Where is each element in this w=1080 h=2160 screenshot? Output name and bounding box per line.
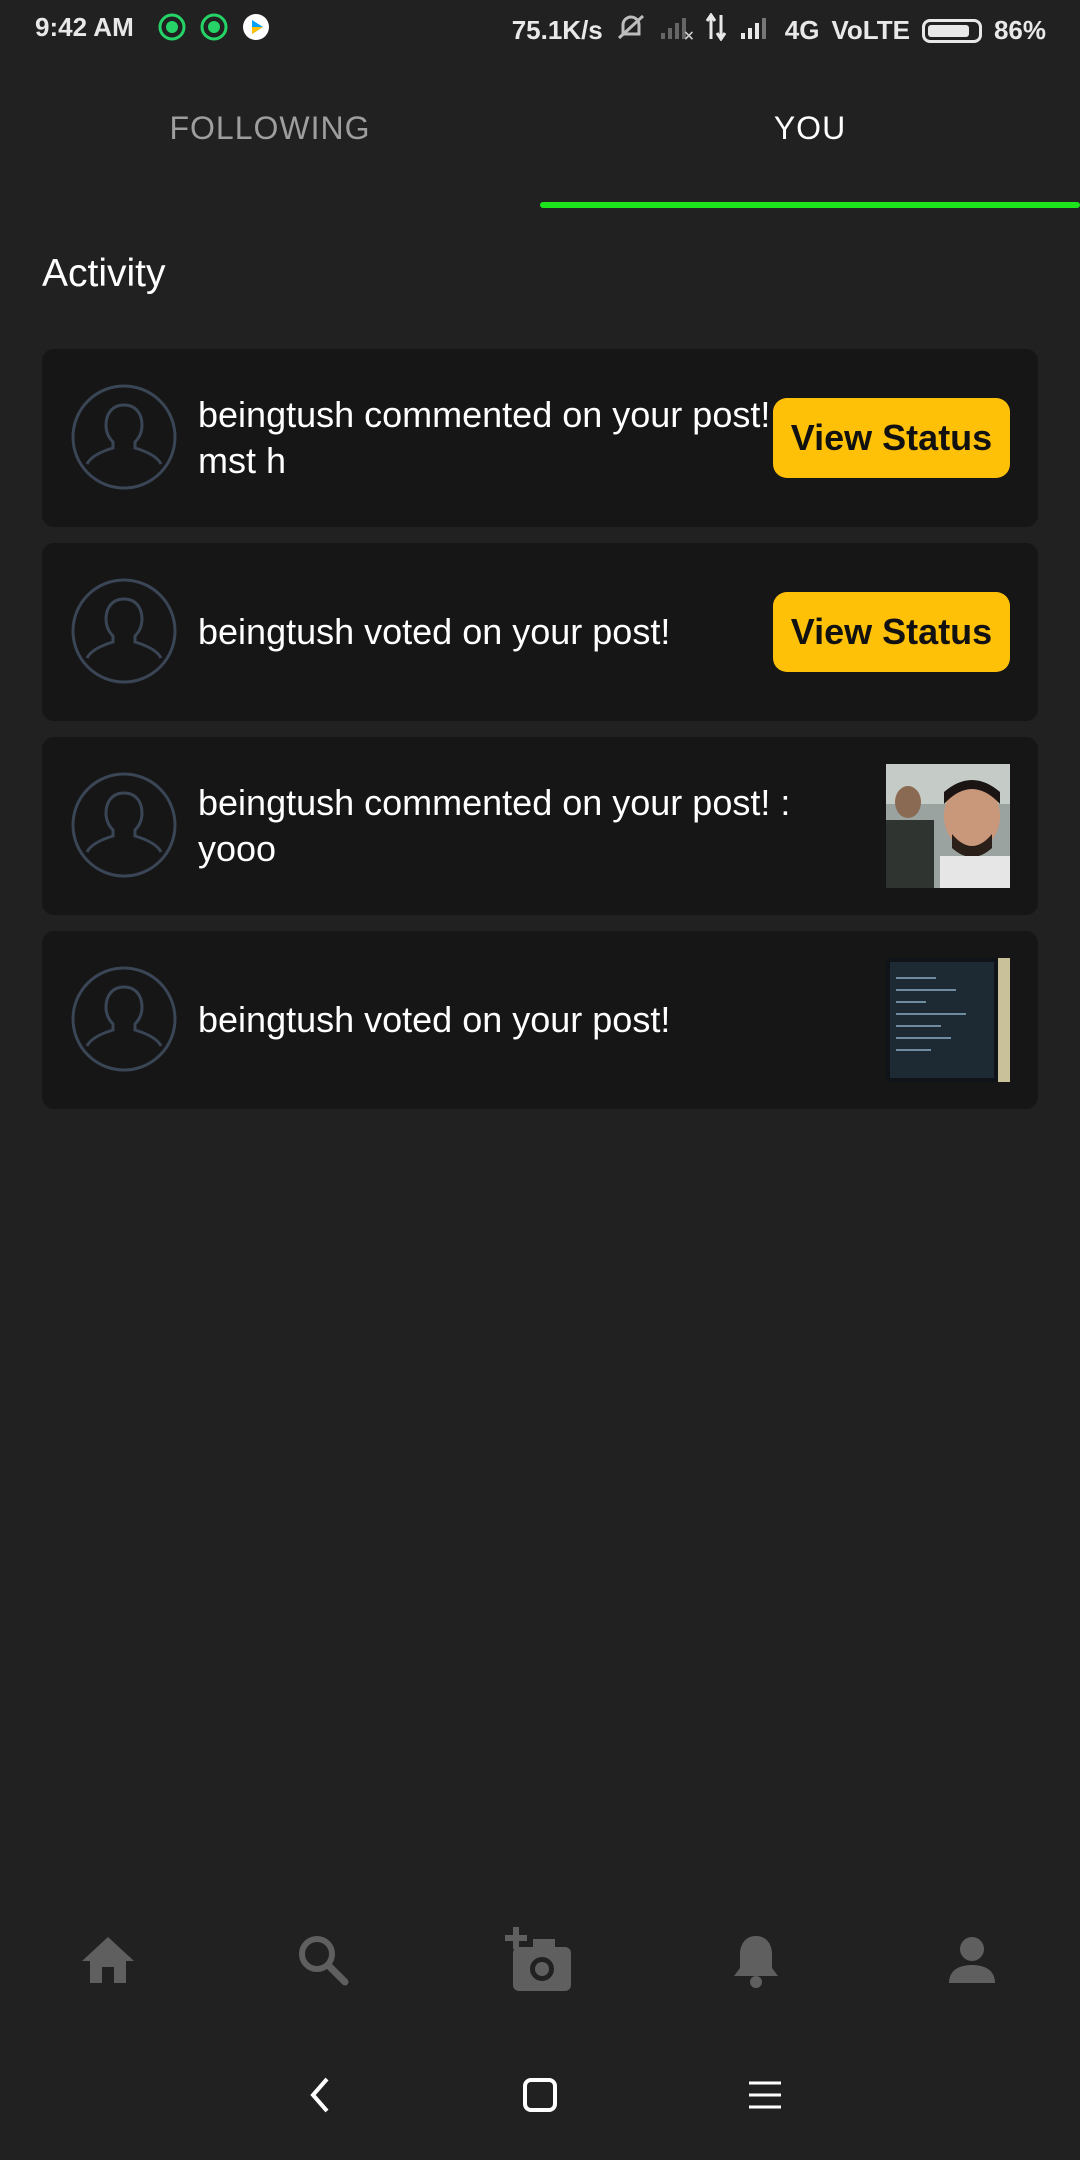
battery-percent: 86% bbox=[993, 15, 1046, 45]
whatsapp-icon bbox=[158, 13, 186, 41]
activity-item[interactable]: beingtush commented on your post! : yooo bbox=[42, 737, 1038, 915]
tab-following[interactable]: FOLLOWING bbox=[0, 110, 540, 147]
avatar-icon bbox=[70, 771, 178, 879]
activity-item[interactable]: beingtush voted on your post! bbox=[42, 931, 1038, 1109]
back-icon[interactable] bbox=[290, 2065, 350, 2125]
battery-icon bbox=[921, 18, 982, 43]
search-icon[interactable] bbox=[283, 1920, 363, 2000]
status-bar: 9:42 AM 75.1K/s × 4G VoLTE 86% bbox=[0, 0, 1080, 56]
view-status-button[interactable]: View Status bbox=[773, 398, 1010, 478]
profile-icon[interactable] bbox=[932, 1920, 1012, 2000]
notifications-icon[interactable] bbox=[716, 1920, 796, 2000]
notification-icons bbox=[158, 13, 270, 41]
play-store-icon bbox=[242, 13, 270, 41]
whatsapp-icon bbox=[200, 13, 228, 41]
tab-bar: FOLLOWING YOU bbox=[0, 80, 1080, 210]
network-type: 4G bbox=[784, 15, 820, 45]
status-time: 9:42 AM bbox=[35, 12, 134, 42]
system-navigation bbox=[0, 2060, 1080, 2130]
signal-icon bbox=[739, 13, 773, 48]
avatar-icon bbox=[70, 383, 178, 491]
activity-text: beingtush commented on your post! : yooo bbox=[198, 782, 791, 869]
activity-item[interactable]: beingtush commented on your post! : mst … bbox=[42, 349, 1038, 527]
view-status-button[interactable]: View Status bbox=[773, 592, 1010, 672]
activity-list: beingtush commented on your post! : mst … bbox=[42, 349, 1038, 1125]
activity-text: beingtush voted on your post! bbox=[198, 611, 671, 652]
avatar-icon bbox=[70, 577, 178, 685]
add-photo-icon[interactable] bbox=[500, 1920, 580, 2000]
tab-you[interactable]: YOU bbox=[540, 110, 1080, 147]
activity-text: beingtush commented on your post! : mst … bbox=[198, 394, 791, 481]
volte-label: VoLTE bbox=[831, 15, 910, 45]
post-thumbnail-selfie[interactable] bbox=[886, 764, 1010, 888]
svg-text:×: × bbox=[683, 28, 693, 41]
status-right-group: 75.1K/s × 4G VoLTE 86% bbox=[512, 12, 1046, 49]
data-arrows-icon bbox=[705, 12, 727, 48]
net-speed: 75.1K/s bbox=[511, 15, 603, 45]
section-title: Activity bbox=[42, 252, 166, 295]
home-icon[interactable] bbox=[68, 1920, 148, 2000]
activity-text: beingtush voted on your post! bbox=[198, 999, 671, 1040]
activity-item[interactable]: beingtush voted on your post! View Statu… bbox=[42, 543, 1038, 721]
post-thumbnail-screen[interactable] bbox=[886, 958, 1010, 1082]
bottom-navigation bbox=[0, 1920, 1080, 2000]
mute-icon bbox=[615, 12, 647, 49]
menu-icon[interactable] bbox=[735, 2065, 795, 2125]
avatar-icon bbox=[70, 965, 178, 1073]
signal-off-icon: × bbox=[659, 13, 695, 48]
active-tab-indicator bbox=[540, 202, 1080, 208]
home-square-icon[interactable] bbox=[510, 2065, 570, 2125]
